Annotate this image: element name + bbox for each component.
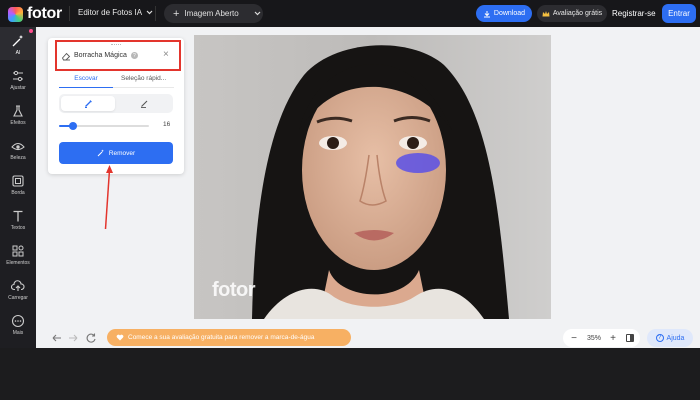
download-icon [483, 10, 490, 17]
open-image-label: Imagem Aberto [184, 9, 239, 18]
active-tab-indicator [59, 86, 113, 88]
annotation-arrow [104, 165, 113, 230]
sidebar-label-ai: AI [15, 50, 21, 56]
sidebar-label-more: Mais [12, 330, 24, 336]
new-badge-dot [29, 29, 33, 33]
sidebar-label-effects: Efeitos [10, 120, 26, 126]
brush-mode-toggle [59, 94, 173, 113]
sidebar-item-beauty[interactable]: Beleza [0, 139, 36, 161]
frame-icon [12, 175, 24, 187]
page-bottom-background [0, 348, 700, 400]
download-button[interactable]: Download [476, 5, 532, 22]
sidebar-label-elements: Elementos [6, 260, 30, 266]
annotation-highlight-box [55, 40, 181, 71]
download-label: Download [493, 10, 526, 17]
tool-sidebar: AI Ajustar Efeitos Beleza Borda Textos E… [0, 27, 36, 348]
magic-wand-icon [12, 35, 23, 47]
fotor-logo[interactable]: fotor [8, 5, 62, 23]
brush-icon [84, 100, 92, 108]
editor-menu[interactable]: Editor de Fotos IA [78, 8, 153, 17]
text-icon [13, 210, 23, 222]
help-label: Ajuda [666, 334, 685, 342]
logo-text: fotor [27, 5, 62, 22]
flask-icon [13, 105, 23, 117]
sidebar-item-upload[interactable]: Carregar [0, 279, 36, 301]
sidebar-item-elements[interactable]: Elementos [0, 244, 36, 266]
chevron-down-icon [254, 11, 261, 16]
brush-add-button[interactable] [61, 96, 115, 111]
reset-icon[interactable] [84, 331, 98, 345]
sidebar-label-upload: Carregar [8, 295, 28, 301]
divider [69, 6, 70, 21]
heart-icon [116, 334, 124, 341]
chevron-down-icon [146, 10, 153, 15]
zoom-control: − 35% + [563, 329, 640, 347]
plus-icon: + [173, 7, 180, 20]
brush-size-slider-handle[interactable] [68, 122, 77, 130]
sidebar-item-text[interactable]: Textos [0, 209, 36, 231]
crown-icon [542, 11, 550, 17]
brush-size-slider[interactable] [59, 122, 149, 130]
sidebar-item-effects[interactable]: Efeitos [0, 104, 36, 126]
brush-size-value: 16 [163, 121, 171, 128]
photo-canvas[interactable]: fotor [194, 35, 551, 319]
sliders-icon [13, 70, 23, 82]
open-image-button[interactable]: + Imagem Aberto [164, 4, 263, 23]
promo-text: Comece a sua avaliação gratuita para rem… [128, 334, 315, 341]
portrait-photo [194, 35, 551, 319]
eraser-brush-icon [140, 100, 147, 108]
zoom-out-button[interactable]: − [567, 333, 581, 344]
panel-tabs: Escovar Seleção rápid... [59, 73, 174, 88]
register-button[interactable]: Registrar-se [612, 9, 656, 18]
zoom-in-button[interactable]: + [607, 333, 619, 344]
sidebar-label-text: Textos [10, 225, 26, 231]
redo-icon[interactable] [66, 331, 80, 345]
tab-quick-select[interactable]: Seleção rápid... [121, 75, 166, 82]
undo-icon[interactable] [50, 331, 64, 345]
shapes-icon [12, 245, 24, 257]
fotor-logo-mark [8, 6, 23, 22]
sidebar-item-ai[interactable]: AI [0, 27, 36, 60]
top-bar: fotor Editor de Fotos IA + Imagem Aberto… [0, 0, 700, 27]
fit-screen-icon[interactable] [626, 334, 634, 342]
help-button[interactable]: ? Ajuda [647, 329, 693, 347]
remove-label: Remover [108, 149, 136, 157]
sidebar-item-adjust[interactable]: Ajustar [0, 69, 36, 91]
sidebar-label-beauty: Beleza [10, 155, 26, 161]
sidebar-item-frame[interactable]: Borda [0, 174, 36, 196]
eye-icon [11, 142, 25, 151]
sidebar-label-frame: Borda [11, 190, 25, 196]
fotor-watermark: fotor [212, 279, 256, 301]
more-icon [11, 314, 25, 328]
sign-in-button[interactable]: Entrar [662, 4, 696, 23]
sidebar-item-more[interactable]: Mais [0, 314, 36, 336]
sidebar-label-adjust: Ajustar [10, 85, 26, 91]
tab-brush[interactable]: Escovar [59, 75, 113, 82]
zoom-level[interactable]: 35% [581, 335, 607, 342]
editor-menu-label: Editor de Fotos IA [78, 8, 143, 17]
brush-mask-overlay [396, 153, 440, 173]
free-trial-button[interactable]: Avaliação grátis [537, 5, 607, 22]
magic-wand-icon [97, 149, 104, 157]
brush-erase-button[interactable] [117, 96, 171, 111]
remove-button[interactable]: Remover [59, 142, 173, 164]
free-trial-label: Avaliação grátis [552, 10, 603, 17]
watermark-promo-banner[interactable]: Comece a sua avaliação gratuita para rem… [107, 329, 351, 346]
help-icon: ? [655, 334, 664, 342]
cloud-upload-icon [11, 280, 25, 291]
divider [155, 6, 156, 21]
